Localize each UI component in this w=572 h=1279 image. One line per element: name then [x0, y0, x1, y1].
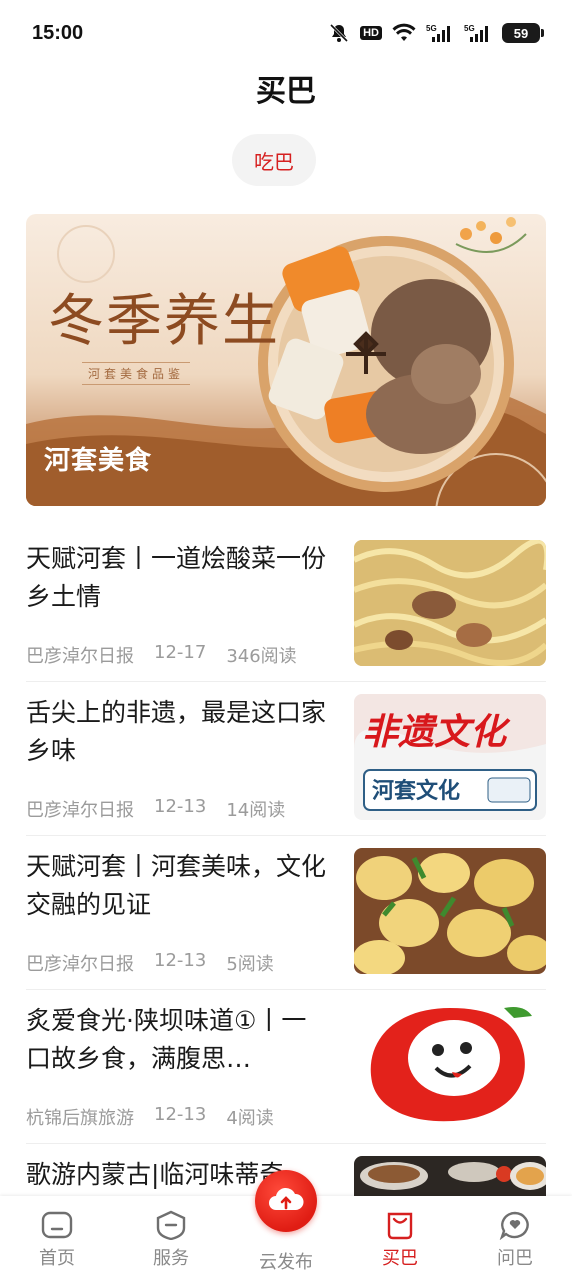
article-reads: 5阅读 — [226, 954, 274, 975]
article-thumbnail — [354, 540, 546, 666]
banner-caption: 河套美食 — [44, 446, 153, 476]
banner-art-title: 冬季养生 — [48, 289, 280, 354]
nav-item-home[interactable]: 首页 — [12, 1196, 102, 1279]
article-thumbnail — [354, 1002, 546, 1128]
list-item[interactable]: 炙爱食光·陕坝味道①丨一口故乡食，满腹思… 杭锦后旗旅游 12-13 4阅读 — [26, 990, 546, 1144]
svg-text:5G: 5G — [426, 24, 437, 33]
list-item[interactable]: 舌尖上的非遗，最是这口家乡味 巴彦淖尔日报 12-13 14阅读 非遗文化 河套… — [26, 682, 546, 836]
article-source: 巴彦淖尔日报 — [26, 954, 134, 975]
status-bar: 15:00 HD 5G 5G 59 — [0, 0, 572, 64]
svg-text:5G: 5G — [464, 24, 475, 33]
article-source: 杭锦后旗旅游 — [26, 1108, 134, 1129]
list-item[interactable]: 天赋河套丨河套美味，文化交融的见证 巴彦淖尔日报 12-13 5阅读 — [26, 836, 546, 990]
nav-label: 问巴 — [497, 1248, 533, 1269]
thumbnail-brush-title: 非遗文化 — [362, 711, 511, 753]
nav-label: 云发布 — [259, 1252, 313, 1273]
article-title: 天赋河套丨河套美味，文化交融的见证 — [26, 852, 327, 919]
battery-icon: 59 — [502, 23, 544, 43]
article-date: 12-13 — [154, 1104, 207, 1125]
banner-card[interactable]: 冬季养生 河套美食品鉴 河套美食 — [26, 214, 546, 506]
article-meta: 杭锦后旗旅游 12-13 4阅读 — [26, 1104, 274, 1130]
article-date: 12-17 — [154, 642, 207, 663]
publish-button[interactable] — [255, 1170, 317, 1232]
nav-label: 买巴 — [382, 1248, 418, 1269]
banner-art-subtitle: 河套美食品鉴 — [82, 362, 191, 385]
article-date: 12-13 — [154, 950, 207, 971]
home-icon — [41, 1211, 73, 1239]
article-meta: 巴彦淖尔日报 12-17 346阅读 — [26, 642, 297, 668]
list-item[interactable]: 天赋河套丨一道烩酸菜一份乡土情 巴彦淖尔日报 12-17 346阅读 — [26, 528, 546, 682]
article-reads: 346阅读 — [226, 646, 297, 667]
article-reads: 14阅读 — [226, 800, 286, 821]
nav-item-wenba[interactable]: 问巴 — [470, 1196, 560, 1279]
article-date: 12-13 — [154, 796, 207, 817]
thumbnail-caption: 河套文化 — [372, 778, 460, 804]
cloud-upload-icon — [269, 1187, 304, 1210]
hd-icon: HD — [360, 26, 382, 40]
tab-chiba[interactable]: 吃巴 — [232, 134, 316, 186]
article-list: 天赋河套丨一道烩酸菜一份乡土情 巴彦淖尔日报 12-17 346阅读 舌尖上的非… — [26, 528, 546, 1279]
nav-label: 首页 — [39, 1248, 75, 1269]
article-source: 巴彦淖尔日报 — [26, 646, 134, 667]
signal-5g-icon: 5G — [464, 24, 488, 42]
article-title: 舌尖上的非遗，最是这口家乡味 — [26, 698, 327, 765]
article-thumbnail — [354, 848, 546, 974]
bottom-nav: 首页 服务 云发布 买巴 问巴 — [0, 1170, 572, 1279]
wifi-icon — [392, 23, 416, 41]
service-icon — [156, 1210, 186, 1240]
article-source: 巴彦淖尔日报 — [26, 800, 134, 821]
article-thumbnail: 非遗文化 河套文化 — [354, 694, 546, 820]
article-meta: 巴彦淖尔日报 12-13 14阅读 — [26, 796, 285, 822]
page-title: 买巴 — [256, 74, 316, 109]
article-title: 天赋河套丨一道烩酸菜一份乡土情 — [26, 544, 327, 611]
status-time: 15:00 — [32, 22, 84, 44]
chat-heart-icon — [499, 1211, 529, 1240]
article-reads: 4阅读 — [226, 1108, 274, 1129]
signal-5g-icon: 5G — [426, 24, 450, 42]
nav-label: 服务 — [153, 1248, 189, 1269]
shopping-bag-icon — [387, 1212, 413, 1240]
soup-bowl-image — [258, 236, 514, 492]
mute-bell-icon — [330, 23, 349, 43]
article-meta: 巴彦淖尔日报 12-13 5阅读 — [26, 950, 274, 976]
nav-item-service[interactable]: 服务 — [126, 1196, 216, 1279]
article-title: 炙爱食光·陕坝味道①丨一口故乡食，满腹思… — [26, 1006, 307, 1073]
status-icons: HD 5G 5G 59 — [328, 22, 544, 44]
nav-item-maiba[interactable]: 买巴 — [355, 1196, 445, 1279]
